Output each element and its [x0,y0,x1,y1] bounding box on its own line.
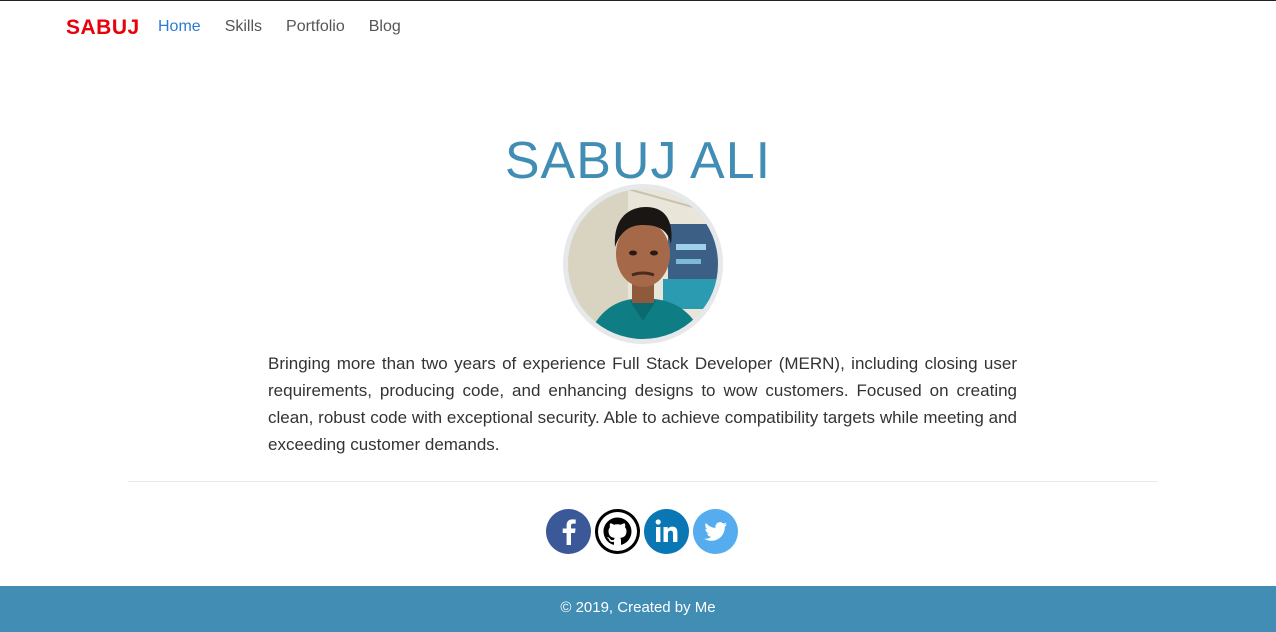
page-title: SABUJ ALI [504,131,772,190]
github-button[interactable] [595,509,640,554]
nav-links: Home Skills Portfolio Blog [158,18,425,36]
brand-logo[interactable]: SABUJ [66,16,140,40]
github-icon [595,509,640,554]
linkedin-button[interactable] [644,509,689,554]
bio-text: Bringing more than two years of experien… [268,354,1017,454]
twitter-icon [693,509,738,554]
facebook-button[interactable] [546,509,591,554]
nav-link-skills[interactable]: Skills [225,18,262,36]
social-links [546,509,738,554]
nav-link-blog[interactable]: Blog [369,18,401,36]
avatar [563,184,723,344]
twitter-button[interactable] [693,509,738,554]
nav-link-home[interactable]: Home [158,18,201,36]
footer: © 2019, Created by Me [0,586,1276,632]
navbar: SABUJ Home Skills Portfolio Blog [0,1,1276,55]
divider [128,481,1158,482]
footer-text: © 2019, Created by Me [560,599,716,616]
avatar-photo [568,189,718,339]
linkedin-icon [644,509,689,554]
nav-link-portfolio[interactable]: Portfolio [286,18,345,36]
facebook-icon [546,509,591,554]
